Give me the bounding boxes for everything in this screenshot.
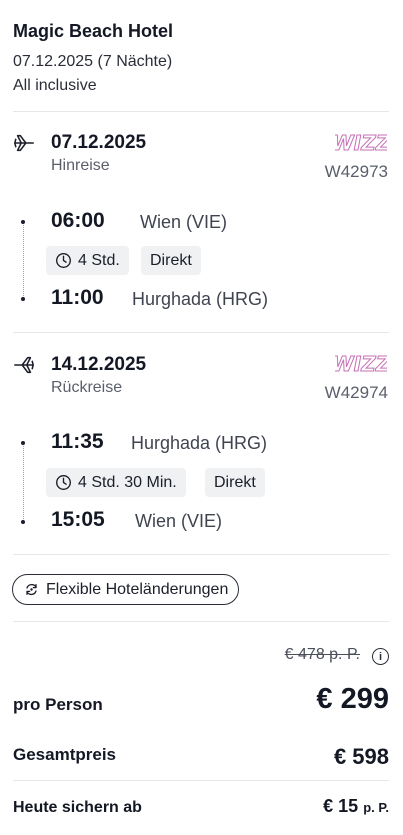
total-price-label: Gesamtpreis (13, 745, 116, 764)
refresh-icon (26, 583, 37, 596)
plane-departure-icon (14, 134, 34, 152)
outbound-stops-chip: Direkt (141, 246, 201, 275)
outbound-departure-time: 06:00 (51, 209, 105, 232)
return-departure-time: 11:35 (51, 430, 104, 453)
per-person-label: pro Person (13, 695, 103, 714)
old-price: € 478 p. P. (284, 646, 360, 663)
divider (13, 554, 389, 555)
timeline-dot (21, 297, 25, 301)
hotel-name: Magic Beach Hotel (13, 21, 174, 41)
return-departure-place: Hurghada (HRG) (131, 433, 268, 453)
return-date: 14.12.2025 (51, 354, 147, 375)
timeline-dot (21, 520, 25, 524)
outbound-arrival-place: Hurghada (HRG) (132, 289, 269, 309)
timeline-line (23, 222, 24, 300)
outbound-duration-chip: 4 Std. (46, 246, 129, 275)
return-duration-chip: 4 Std. 30 Min. (46, 468, 186, 497)
outbound-stops: Direkt (150, 251, 192, 269)
divider (13, 111, 389, 112)
flexible-hotel-changes-button[interactable]: Flexible Hoteländerungen (12, 574, 240, 605)
outbound-flight-number: W42973 (324, 162, 388, 181)
return-direction: Rückreise (51, 379, 123, 396)
divider (13, 332, 389, 333)
wizz-air-logo-icon: WIZZ (335, 353, 387, 375)
return-stops: Direkt (214, 473, 256, 491)
timeline-dot (21, 220, 25, 224)
clock-icon (56, 475, 71, 490)
timeline-line (23, 443, 24, 523)
total-price: € 598 (333, 744, 389, 769)
wizz-air-logo-icon: WIZZ (335, 132, 387, 154)
outbound-date: 07.12.2025 (51, 132, 147, 153)
deposit-unit: p. P. (363, 800, 389, 815)
outbound-arrival-time: 11:00 (51, 286, 104, 309)
return-arrival-place: Wien (VIE) (135, 511, 223, 531)
per-person-price: € 299 (316, 683, 389, 715)
return-arrival-time: 15:05 (51, 508, 105, 531)
divider (13, 621, 389, 622)
deposit-amount: € 15 (323, 796, 359, 816)
timeline-dot (21, 441, 25, 445)
return-duration: 4 Std. 30 Min. (78, 473, 177, 491)
deposit-label: Heute sichern ab (13, 799, 142, 816)
flexible-hotel-changes-label: Flexible Hoteländerungen (46, 580, 229, 598)
clock-icon (56, 253, 71, 268)
return-flight-number: W42974 (324, 383, 388, 402)
deposit-price: € 15 p. P. (323, 796, 389, 817)
return-stops-chip: Direkt (205, 468, 265, 497)
svg-text:WIZZ: WIZZ (335, 132, 387, 154)
outbound-departure-place: Wien (VIE) (140, 212, 228, 232)
hotel-board: All inclusive (13, 77, 97, 94)
hotel-date-nights: 07.12.2025 (7 Nächte) (13, 53, 173, 70)
svg-text:WIZZ: WIZZ (335, 353, 387, 375)
divider (13, 780, 389, 781)
outbound-duration: 4 Std. (78, 251, 120, 269)
outbound-direction: Hinreise (51, 157, 110, 174)
info-icon[interactable]: i (372, 648, 389, 665)
plane-return-icon (14, 356, 34, 374)
